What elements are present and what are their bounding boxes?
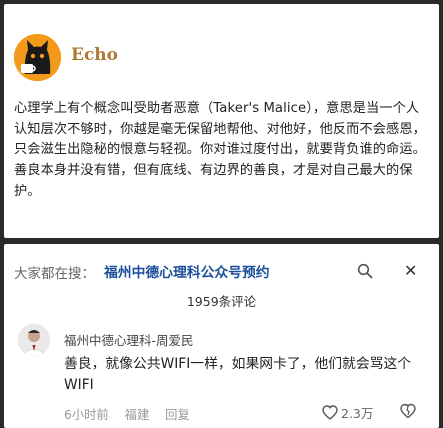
commenter-avatar[interactable] [18,324,50,356]
comments-card: 大家都在搜： 福州中德心理科公众号预约 ✕ 1959条评论 福州中德心理科-周爱… [4,244,439,428]
search-prefix: 大家都在搜： [14,266,95,282]
suggested-search[interactable]: 大家都在搜： 福州中德心理科公众号预约 ✕ [14,260,432,282]
search-icon[interactable] [357,263,373,279]
comment-count: 1959条评论 [186,294,257,309]
author-name[interactable]: Echo [71,45,118,65]
close-icon[interactable]: ✕ [404,261,417,280]
cat-logo-avatar[interactable] [14,34,61,81]
cat-icon [14,34,61,81]
commenter-name[interactable]: 福州中德心理科-周爱民 [64,330,194,349]
screen: Echo 心理学上有个概念叫受助者恶意（Taker's Malice），意思是当… [0,0,443,428]
search-query-link[interactable]: 福州中德心理科公众号预约 [104,261,270,281]
heart-icon [322,405,338,420]
comment-text: 善良，就像公共WIFI一样，如果网卡了，他们就会骂这个WIFI [64,356,412,393]
like-button[interactable]: 2.3万 [322,403,373,422]
post-card: Echo 心理学上有个概念叫受助者恶意（Taker's Malice），意思是当… [4,4,439,238]
comment-time: 6小时前 [64,408,109,422]
comment-location: 福建 [124,408,150,422]
dislike-heart-icon[interactable] [400,403,416,419]
like-count: 2.3万 [341,406,374,421]
person-icon [18,324,50,356]
reply-button[interactable]: 回复 [165,408,190,422]
comment-meta: 6小时前 福建 回复 [64,405,202,423]
post-text: 心理学上有个概念叫受助者恶意（Taker's Malice），意思是当一个人认知… [14,101,426,199]
